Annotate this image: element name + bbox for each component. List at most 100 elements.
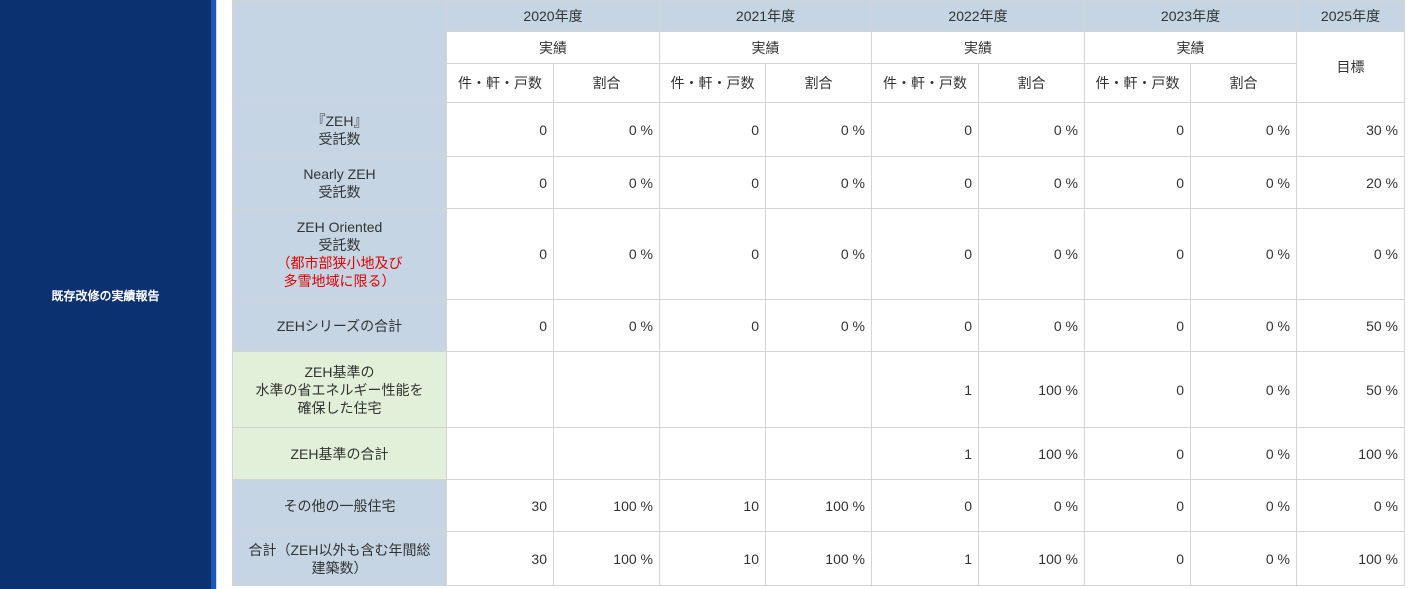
- row-label-line: 水準の省エネルギー性能を: [255, 381, 424, 398]
- sub-header-actual: 実績: [1084, 31, 1297, 64]
- row-label-line: 受託数: [318, 130, 361, 147]
- count-cell: 30: [446, 479, 554, 532]
- ratio-cell: 0 %: [765, 156, 872, 209]
- count-cell: 10: [659, 479, 766, 532]
- count-cell: 0: [1084, 427, 1191, 480]
- ratio-cell: [553, 351, 660, 428]
- col-header-ratio: 割合: [765, 63, 872, 103]
- results-table: 2020年度 2021年度 2022年度 2023年度 2025年度 実績 実績…: [232, 0, 1405, 586]
- year-header-2021: 2021年度: [659, 0, 872, 32]
- count-cell: [659, 427, 766, 480]
- ratio-cell: 0 %: [978, 102, 1085, 157]
- count-cell: 0: [446, 299, 554, 352]
- count-cell: 0: [659, 156, 766, 209]
- side-label: 既存改修の実績報告: [51, 289, 160, 303]
- target-cell: 0 %: [1296, 208, 1405, 300]
- table-body: 『ZEH』 受託数 0 0 % 0 0 % 0 0 % 0 0 % 30 % Nearly ZEH 受託…: [232, 102, 1405, 586]
- target-cell: 50 %: [1296, 351, 1405, 428]
- ratio-cell: 0 %: [1190, 531, 1297, 586]
- count-cell: 1: [871, 531, 979, 586]
- row-label-note: 多雪地域に限る）: [283, 273, 396, 289]
- count-cell: 0: [446, 156, 554, 209]
- count-cell: 30: [446, 531, 554, 586]
- target-cell: 0 %: [1296, 479, 1405, 532]
- header-corner: [232, 0, 447, 103]
- count-cell: 0: [659, 299, 766, 352]
- count-cell: 0: [871, 102, 979, 157]
- count-cell: 0: [1084, 208, 1191, 300]
- count-cell: 0: [659, 208, 766, 300]
- ratio-cell: [765, 351, 872, 428]
- sub-header-actual: 実績: [871, 31, 1085, 64]
- table-row: ZEH基準の 水準の省エネルギー性能を 確保した住宅 1 100 % 0 0 % 50 %: [232, 351, 1405, 428]
- ratio-cell: 0 %: [1190, 208, 1297, 300]
- count-cell: 10: [659, 531, 766, 586]
- row-label-line: ZEH Oriented: [296, 219, 383, 235]
- header-row-years: 2020年度 2021年度 2022年度 2023年度 2025年度: [232, 0, 1405, 103]
- target-cell: 30 %: [1296, 102, 1405, 157]
- ratio-cell: 0 %: [553, 208, 660, 300]
- sub-header-target: 目標: [1296, 31, 1405, 103]
- row-label-line: 建築数）: [311, 559, 368, 576]
- ratio-cell: 100 %: [765, 479, 872, 532]
- ratio-cell: 100 %: [553, 479, 660, 532]
- row-label: ZEH基準の合計: [232, 427, 447, 480]
- sub-header-actual: 実績: [659, 31, 872, 64]
- target-cell: 20 %: [1296, 156, 1405, 209]
- ratio-cell: 0 %: [978, 479, 1085, 532]
- count-cell: 0: [446, 208, 554, 300]
- col-header-count: 件・軒・戸数: [659, 63, 766, 103]
- count-cell: 0: [1084, 156, 1191, 209]
- row-label-line: 合計（ZEH以外も含む年間総: [248, 541, 431, 558]
- row-label: その他の一般住宅: [232, 479, 447, 532]
- ratio-cell: [765, 427, 872, 480]
- ratio-cell: 0 %: [1190, 479, 1297, 532]
- row-label: 『ZEH』 受託数: [232, 102, 447, 157]
- row-label-line: ZEH基準の: [304, 363, 375, 380]
- count-cell: [659, 351, 766, 428]
- row-label: 合計（ZEH以外も含む年間総 建築数）: [232, 531, 447, 586]
- count-cell: 0: [1084, 102, 1191, 157]
- count-cell: 0: [871, 479, 979, 532]
- ratio-cell: 0 %: [765, 299, 872, 352]
- side-label-panel: 既存改修の実績報告: [0, 0, 211, 589]
- col-header-count: 件・軒・戸数: [1084, 63, 1191, 103]
- ratio-cell: 100 %: [765, 531, 872, 586]
- year-header-2020: 2020年度: [446, 0, 660, 32]
- count-cell: 0: [871, 299, 979, 352]
- ratio-cell: 0 %: [1190, 156, 1297, 209]
- row-label-note: （都市部狭小地及び: [276, 255, 403, 271]
- row-label-line: Nearly ZEH: [303, 165, 376, 182]
- row-label-line: ZEHシリーズの合計: [276, 317, 403, 334]
- col-header-ratio: 割合: [553, 63, 660, 103]
- target-cell: 50 %: [1296, 299, 1405, 352]
- ratio-cell: 0 %: [553, 299, 660, 352]
- ratio-cell: 100 %: [978, 427, 1085, 480]
- panel-gap: [216, 0, 232, 589]
- ratio-cell: 100 %: [553, 531, 660, 586]
- ratio-cell: 0 %: [1190, 299, 1297, 352]
- row-label-line: ZEH基準の合計: [290, 445, 389, 462]
- col-header-count: 件・軒・戸数: [871, 63, 979, 103]
- row-label-line: 確保した住宅: [297, 399, 382, 416]
- count-cell: 0: [1084, 479, 1191, 532]
- count-cell: 0: [871, 208, 979, 300]
- report-page: 既存改修の実績報告 2020年度 2021年度 2022年度 2023年度 20…: [0, 0, 1411, 589]
- count-cell: 0: [1084, 351, 1191, 428]
- count-cell: 1: [871, 351, 979, 428]
- ratio-cell: 0 %: [978, 208, 1085, 300]
- table-row: 『ZEH』 受託数 0 0 % 0 0 % 0 0 % 0 0 % 30 %: [232, 102, 1405, 157]
- row-label: ZEH Oriented 受託数 （都市部狭小地及び 多雪地域に限る）: [232, 208, 447, 300]
- row-label: ZEH基準の 水準の省エネルギー性能を 確保した住宅: [232, 351, 447, 428]
- table-row: Nearly ZEH 受託数 0 0 % 0 0 % 0 0 % 0 0 % 20 %: [232, 156, 1405, 209]
- table-row: ZEH基準の合計 1 100 % 0 0 % 100 %: [232, 427, 1405, 480]
- count-cell: 1: [871, 427, 979, 480]
- row-label: Nearly ZEH 受託数: [232, 156, 447, 209]
- ratio-cell: 100 %: [978, 351, 1085, 428]
- count-cell: 0: [1084, 299, 1191, 352]
- ratio-cell: 0 %: [1190, 351, 1297, 428]
- year-header-2022: 2022年度: [871, 0, 1085, 32]
- ratio-cell: 0 %: [553, 156, 660, 209]
- count-cell: 0: [446, 102, 554, 157]
- count-cell: 0: [871, 156, 979, 209]
